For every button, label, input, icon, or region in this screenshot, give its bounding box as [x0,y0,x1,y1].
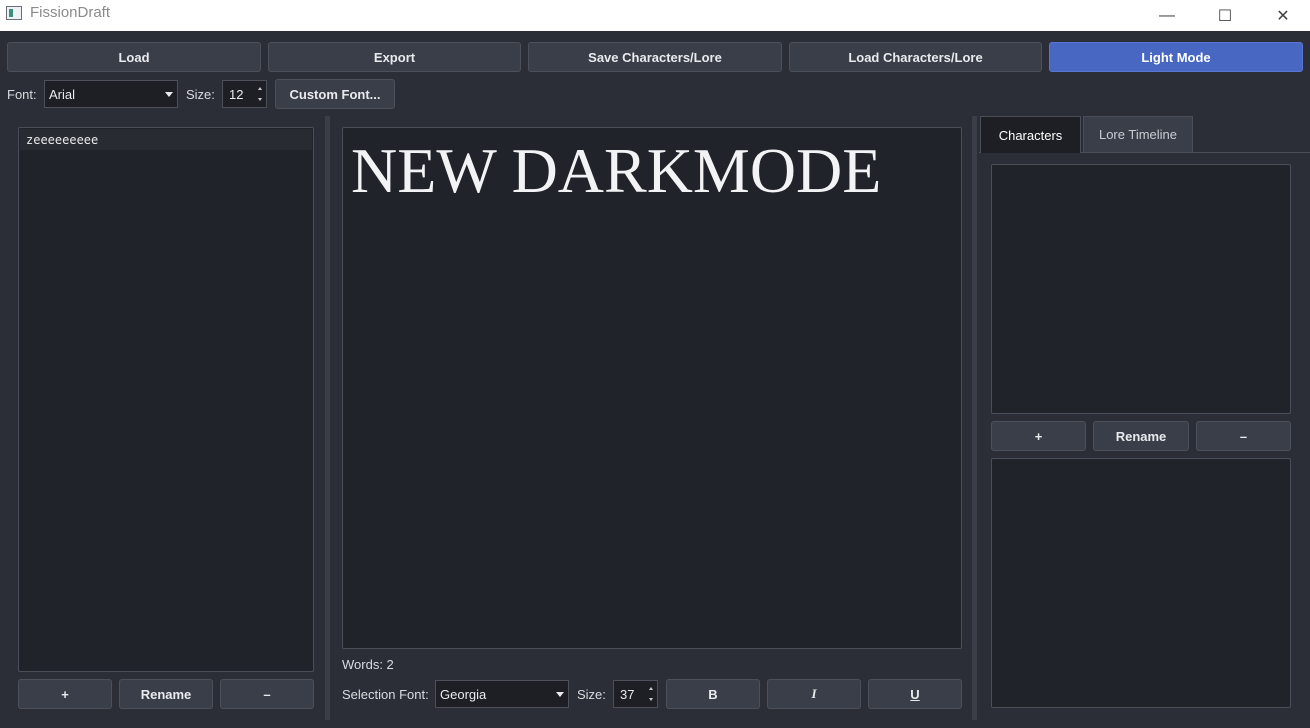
rename-document-button[interactable]: Rename [119,679,213,709]
font-size-spinbox[interactable]: 12 [222,80,267,108]
document-list[interactable]: zeeeeeeeee [18,127,314,672]
italic-button[interactable]: I [767,679,861,709]
rename-character-button[interactable]: Rename [1093,421,1189,451]
selection-size-value: 37 [620,686,635,702]
chevron-down-icon [165,92,173,97]
size-label: Size: [186,87,215,102]
maximize-icon[interactable]: ☐ [1202,0,1248,31]
bold-button[interactable]: B [666,679,760,709]
character-list[interactable] [991,164,1291,414]
light-mode-button[interactable]: Light Mode [1049,42,1303,72]
selection-size-spinbox[interactable]: 37 [613,680,658,708]
font-size-value: 12 [229,86,244,102]
word-count: Words: 2 [342,657,394,672]
left-splitter[interactable] [325,116,330,720]
underline-button[interactable]: U [868,679,962,709]
export-button[interactable]: Export [268,42,521,72]
title-bar: FissionDraft — ☐ ✕ [0,0,1310,31]
save-characters-lore-button[interactable]: Save Characters/Lore [528,42,782,72]
remove-character-button[interactable]: – [1196,421,1291,451]
spin-up-icon[interactable] [649,687,653,690]
font-label: Font: [7,87,37,102]
font-select-value: Arial [49,86,76,102]
custom-font-button[interactable]: Custom Font... [275,79,395,109]
app-icon [6,6,22,20]
right-splitter[interactable] [972,116,977,720]
selection-size-label: Size: [577,687,606,702]
close-icon[interactable]: ✕ [1260,0,1306,31]
remove-document-button[interactable]: – [220,679,314,709]
spin-up-icon[interactable] [258,87,262,90]
editor-content[interactable]: NEW DARKMODE [351,134,881,208]
spin-down-icon[interactable] [258,98,262,101]
tab-characters[interactable]: Characters [980,116,1081,153]
minimize-icon[interactable]: — [1144,0,1190,31]
window-title: FissionDraft [30,4,111,21]
selection-font-value: Georgia [440,686,487,702]
load-characters-lore-button[interactable]: Load Characters/Lore [789,42,1042,72]
list-item[interactable]: zeeeeeeeee [20,129,312,150]
font-select[interactable]: Arial [44,80,178,108]
spin-down-icon[interactable] [649,698,653,701]
character-details[interactable] [991,458,1291,708]
add-document-button[interactable]: + [18,679,112,709]
selection-font-select[interactable]: Georgia [435,680,569,708]
tab-lore-timeline[interactable]: Lore Timeline [1083,116,1193,153]
text-editor[interactable]: NEW DARKMODE [342,127,962,649]
load-button[interactable]: Load [7,42,261,72]
chevron-down-icon [556,692,564,697]
add-character-button[interactable]: + [991,421,1086,451]
selection-font-label: Selection Font: [342,687,429,702]
